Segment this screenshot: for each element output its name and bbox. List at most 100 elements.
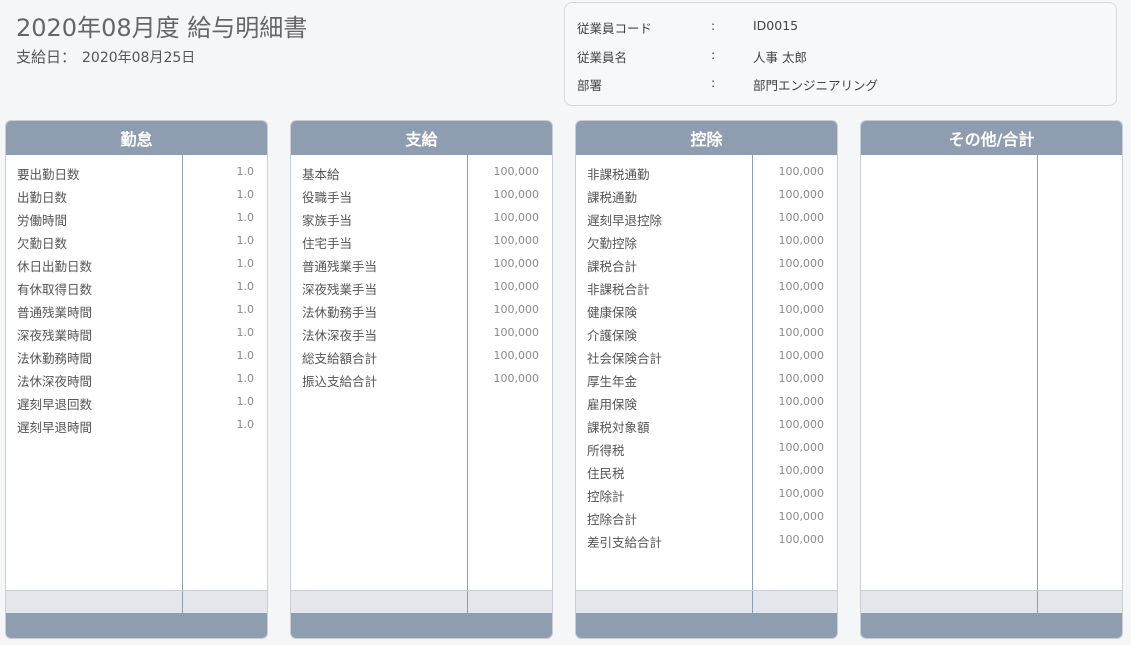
other-total-panel-title: その他/合計 [861,121,1122,155]
row-label: 遅刻早退時間 [17,420,93,435]
row-label: 厚生年金 [587,374,638,389]
row-value: 100,000 [493,372,540,385]
table-row: 遅刻早退回数 1.0 [6,391,267,414]
row-label: 総支給額合計 [302,351,378,366]
table-row: 控除合計 100,000 [576,506,837,529]
row-value: 1.0 [236,211,255,224]
row-label: 基本給 [302,167,340,182]
employee-code-colon: : [711,18,716,33]
attendance-panel-body: 要出勤日数 1.0 出勤日数 1.0 労働時間 1.0 欠勤日数 1.0 休日出勤日数 1.0 有休… [6,155,267,590]
row-value: 100,000 [778,349,825,362]
table-row: 雇用保険 100,000 [576,391,837,414]
other-total-panel: その他/合計 [860,120,1123,639]
row-label: 非課税合計 [587,282,650,297]
row-value: 1.0 [236,395,255,408]
row-label: 課税通勤 [587,190,638,205]
row-value: 100,000 [778,165,825,178]
row-label: 課税対象額 [587,420,650,435]
row-value: 100,000 [493,326,540,339]
row-value: 100,000 [493,165,540,178]
other-total-panel-bottom-bar [861,613,1122,638]
row-value: 100,000 [493,257,540,270]
footer-divider [1037,591,1038,615]
table-row: 振込支給合計 100,000 [291,368,552,391]
table-row: 深夜残業手当 100,000 [291,276,552,299]
row-label: 遅刻早退回数 [17,397,93,412]
row-label: 深夜残業手当 [302,282,378,297]
row-value: 100,000 [778,533,825,546]
deduction-panel: 控除 非課税通勤 100,000 課税通勤 100,000 遅刻早退控除 100,000 欠… [575,120,838,639]
table-row: 役職手当 100,000 [291,184,552,207]
row-value: 100,000 [778,395,825,408]
payment-panel-footer [291,590,552,615]
row-value: 100,000 [778,464,825,477]
row-label: 健康保険 [587,305,638,320]
employee-info-box: 従業員コード : ID0015 従業員名 : 人事 太郎 部署 : 部門エンジニ… [564,2,1117,106]
row-label: 遅刻早退控除 [587,213,663,228]
table-row: 普通残業手当 100,000 [291,253,552,276]
footer-divider [182,591,183,615]
row-value: 1.0 [236,165,255,178]
row-value: 1.0 [236,303,255,316]
table-row: 法休深夜手当 100,000 [291,322,552,345]
table-row: 欠勤日数 1.0 [6,230,267,253]
row-label: 普通残業時間 [17,305,93,320]
row-value: 1.0 [236,349,255,362]
payment-panel: 支給 基本給 100,000 役職手当 100,000 家族手当 100,000 住宅手当 1… [290,120,553,639]
table-row: 深夜残業時間 1.0 [6,322,267,345]
department-label: 部署 [577,78,603,93]
other-total-panel-footer [861,590,1122,615]
row-value: 100,000 [778,372,825,385]
table-row: 出勤日数 1.0 [6,184,267,207]
footer-divider [752,591,753,615]
row-label: 深夜残業時間 [17,328,93,343]
row-label: 法休深夜手当 [302,328,378,343]
row-label: 有休取得日数 [17,282,93,297]
row-label: 控除計 [587,489,625,504]
table-row: 家族手当 100,000 [291,207,552,230]
payment-panel-bottom-bar [291,613,552,638]
row-value: 100,000 [778,418,825,431]
page-title: 2020年08月度 給与明細書 [16,14,308,42]
table-row: 課税対象額 100,000 [576,414,837,437]
payment-panel-body: 基本給 100,000 役職手当 100,000 家族手当 100,000 住宅手当 100,… [291,155,552,590]
table-row: 課税通勤 100,000 [576,184,837,207]
row-label: 要出勤日数 [17,167,80,182]
row-value: 1.0 [236,280,255,293]
table-row: 法休勤務時間 1.0 [6,345,267,368]
row-label: 振込支給合計 [302,374,378,389]
row-value: 1.0 [236,188,255,201]
table-row: 厚生年金 100,000 [576,368,837,391]
table-row: 要出勤日数 1.0 [6,161,267,184]
row-value: 100,000 [778,280,825,293]
row-value: 100,000 [493,280,540,293]
row-label: 住宅手当 [302,236,353,251]
row-label: 課税合計 [587,259,638,274]
row-label: 普通残業手当 [302,259,378,274]
table-row: 非課税合計 100,000 [576,276,837,299]
table-row: 非課税通勤 100,000 [576,161,837,184]
row-value: 1.0 [236,257,255,270]
row-value: 1.0 [236,372,255,385]
row-value: 1.0 [236,326,255,339]
row-label: 非課税通勤 [587,167,650,182]
column-divider [1037,155,1038,590]
footer-divider [467,591,468,615]
table-row: 介護保険 100,000 [576,322,837,345]
row-value: 100,000 [493,188,540,201]
deduction-panel-title: 控除 [576,121,837,155]
row-label: 控除合計 [587,512,638,527]
employee-code-label: 従業員コード [577,21,653,36]
row-label: 役職手当 [302,190,353,205]
row-value: 1.0 [236,418,255,431]
row-label: 出勤日数 [17,190,68,205]
row-value: 100,000 [778,303,825,316]
deduction-panel-body: 非課税通勤 100,000 課税通勤 100,000 遅刻早退控除 100,000 欠勤控除… [576,155,837,590]
table-row: 普通残業時間 1.0 [6,299,267,322]
attendance-panel: 勤怠 要出勤日数 1.0 出勤日数 1.0 労働時間 1.0 欠勤日数 1.0 休日出勤日数 1.… [5,120,268,639]
department-value: 部門エンジニアリング [753,78,879,93]
row-label: 欠勤日数 [17,236,68,251]
employee-name-colon: : [711,47,716,62]
row-value: 100,000 [493,211,540,224]
payment-panel-title: 支給 [291,121,552,155]
